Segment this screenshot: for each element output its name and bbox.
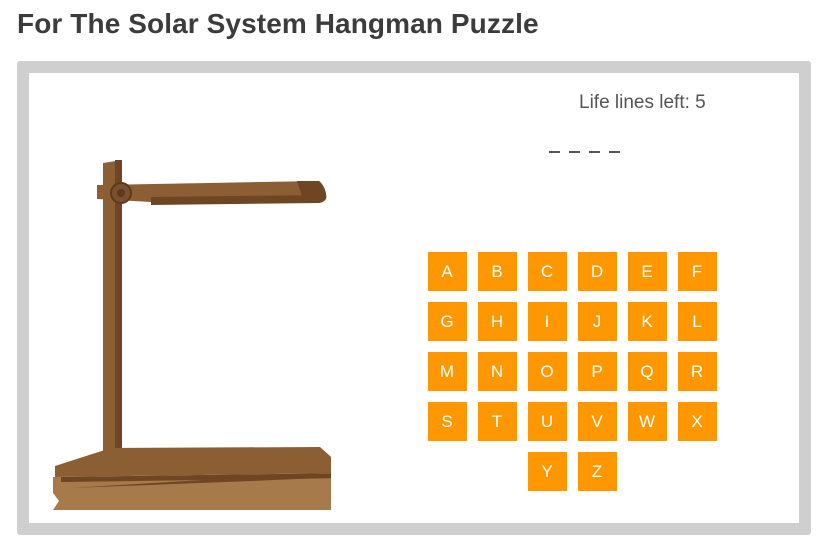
letter-key-n[interactable]: N [477,352,517,391]
letter-key-k[interactable]: K [627,302,667,341]
letter-key-u[interactable]: U [527,402,567,441]
letter-key-h[interactable]: H [477,302,517,341]
gallows-base-top [55,447,331,477]
letter-key-x[interactable]: X [677,402,717,441]
gallows-post-shadow [115,160,122,454]
letter-blank [569,151,580,153]
letter-key-s[interactable]: S [427,402,467,441]
letter-key-g[interactable]: G [427,302,467,341]
hangman-game-panel: Life lines left: 5 ABCDEF GHIJKL MNOPQR STU… [17,61,811,535]
lifelines-counter: Life lines left: 5 [579,92,706,113]
letter-key-y[interactable]: Y [527,452,567,491]
letter-key-e[interactable]: E [627,252,667,291]
letter-key-z[interactable]: Z [577,452,617,491]
letter-blank [589,151,600,153]
letter-key-r[interactable]: R [677,352,717,391]
gallows-bolt-center [117,189,125,197]
letter-key-p[interactable]: P [577,352,617,391]
word-blanks [549,151,620,153]
letter-key-q[interactable]: Q [627,352,667,391]
letter-keyboard: ABCDEF GHIJKL MNOPQR STUVWX YZ [422,252,722,491]
letter-key-j[interactable]: J [577,302,617,341]
letter-key-l[interactable]: L [677,302,717,341]
letter-key-d[interactable]: D [577,252,617,291]
letter-key-f[interactable]: F [677,252,717,291]
letter-key-a[interactable]: A [427,252,467,291]
page-title: For The Solar System Hangman Puzzle [17,8,539,39]
gallows-illustration [53,160,331,510]
letter-key-t[interactable]: T [477,402,517,441]
letter-key-o[interactable]: O [527,352,567,391]
letter-blank [609,151,620,153]
letter-key-v[interactable]: V [577,402,617,441]
letter-blank [549,151,560,153]
letter-key-b[interactable]: B [477,252,517,291]
letter-key-m[interactable]: M [427,352,467,391]
letter-key-w[interactable]: W [627,402,667,441]
letter-key-i[interactable]: I [527,302,567,341]
letter-key-c[interactable]: C [527,252,567,291]
